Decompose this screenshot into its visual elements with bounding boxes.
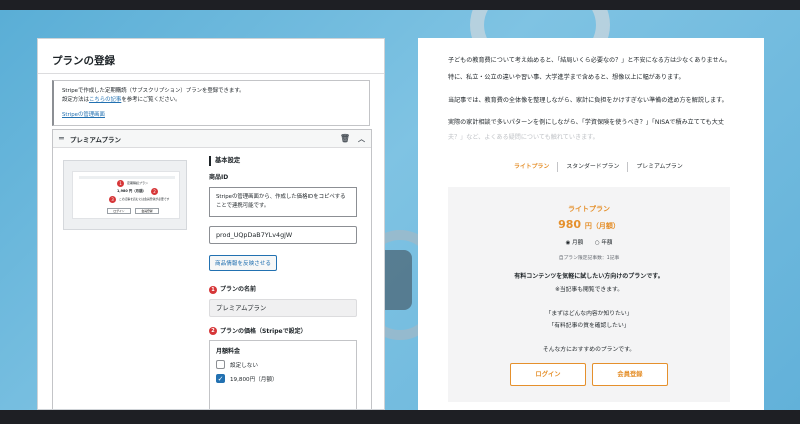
plan-card-header[interactable]: ═ プレミアムプラン 🗑 ︿ [53, 130, 371, 148]
product-id-input[interactable]: prod_UQpDaB7YLv4gjW [209, 226, 357, 244]
basic-settings-heading: 基本設定 [209, 156, 369, 166]
plan-quote-2: 「有料記事の質を確認したい」 [548, 323, 630, 329]
option-price-checkbox[interactable]: ✓ [216, 374, 225, 383]
product-id-description: Stripeの管理画面から、作成した価格IDをコピペすることで連携可能です。 [209, 187, 357, 217]
step-1-badge: 1 [209, 285, 217, 294]
product-id-label: 商品ID [209, 174, 229, 181]
thumbnail-card: 1 定期購読プラン 1,980 円（月額） 2 3 この記事を読むには会員登録が… [72, 171, 180, 219]
info-notice: Stripeで作成した定期購読（サブスクリプション）プランを登録できます。 設定… [52, 80, 370, 126]
option-none-row[interactable]: 設定しない [216, 360, 350, 369]
checkmark-icon: ✓ [217, 375, 224, 383]
badge-3: 3 [109, 196, 116, 203]
option-none-label: 設定しない [230, 362, 258, 369]
tab-standard-plan[interactable]: スタンダードプラン [558, 162, 629, 172]
article-limit: 自プラン限定記事数：1記事 [558, 256, 620, 261]
notice-text: を参考にご覧ください。 [121, 97, 181, 103]
plan-tabs: ライトプラン スタンダードプラン プレミアムプラン [506, 162, 691, 172]
article-paragraph-4: 実際の家計相談で多いパターンを例にしながら、「学資保険を使うべき？」「NISAで… [448, 119, 724, 126]
notice-line1: Stripeで作成した定期購読（サブスクリプション）プランを登録できます。 [62, 88, 245, 94]
option-price-label: 19,800円（月額） [230, 376, 278, 383]
register-button[interactable]: 会員登録 [592, 363, 668, 386]
plan-price-unit: 円（月額） [584, 222, 620, 230]
page-title: プランの登録 [52, 55, 115, 67]
monthly-fee-label: 月額料金 [216, 348, 241, 355]
plan-name-label: プランの名前 [220, 286, 257, 293]
stripe-dashboard-link[interactable]: Stripeの管理画面 [62, 112, 105, 118]
plan-price-label: プランの価格（Stripeで設定） [220, 327, 307, 335]
notice-line2: 設定方法はこちらの記事を参考にご覧ください。 [62, 96, 361, 105]
option-price-row[interactable]: ✓ 19,800円（月額） [216, 374, 350, 383]
plan-card-title: プレミアムプラン [69, 135, 121, 144]
radio-monthly[interactable]: ◉ 月額 [566, 238, 584, 246]
guide-article-link[interactable]: こちらの記事 [89, 97, 121, 103]
article-paragraph-3: 当記事では、教育費の全体像を整理しながら、家計に負担をかけすぎない準備の進め方を… [448, 97, 728, 104]
plan-card: ═ プレミアムプラン 🗑 ︿ 1 定期購読プラン 1,980 円（月額） 2 3… [52, 129, 372, 409]
plan-sub: ※当記事も閲覧できます。 [554, 287, 624, 293]
reflect-product-button[interactable]: 商品情報を反映させる [209, 255, 277, 271]
divider [38, 73, 384, 74]
notice-text: 設定方法は [62, 97, 89, 103]
option-none-checkbox[interactable] [216, 360, 225, 369]
step-2-badge: 2 [209, 327, 217, 335]
radio-yearly[interactable]: ○ 年額 [595, 238, 613, 246]
tab-light-plan[interactable]: ライトプラン [506, 162, 559, 172]
chevron-up-icon[interactable]: ︿ [358, 134, 365, 144]
thumbnail-bar [79, 176, 175, 179]
thumbnail-register: 会員登録 [135, 208, 159, 214]
thumbnail-note: この記事を読むには会員登録が必要です [119, 197, 170, 201]
badge-1: 1 [117, 180, 124, 187]
plan-price: 980 [558, 218, 582, 231]
login-button[interactable]: ログイン [510, 363, 586, 386]
trash-icon[interactable]: 🗑 [340, 134, 350, 143]
plan-settings-form: 基本設定 商品ID Stripeの管理画面から、作成した価格IDをコピペすること… [209, 156, 369, 409]
thumbnail-plan-label: 定期購読プラン [127, 181, 149, 185]
thumbnail-register-label: 会員登録 [141, 209, 153, 213]
tab-premium-plan[interactable]: プレミアムプラン [628, 162, 690, 172]
plan-quote-1: 「まずはどんな内容か知りたい」 [545, 311, 633, 317]
admin-panel: プランの登録 Stripeで作成した定期購読（サブスクリプション）プランを登録で… [37, 38, 385, 410]
thumbnail-price: 1,980 円（月額） [117, 189, 146, 193]
plan-name-input[interactable]: プレミアムプラン [209, 298, 357, 317]
badge-2: 2 [151, 188, 158, 195]
plan-closing: そんな方におすすめのプランです。 [542, 347, 636, 353]
drag-handle-icon[interactable]: ═ [59, 134, 64, 143]
plan-price-label-row: 2 プランの価格（Stripeで設定） [209, 326, 369, 335]
billing-radio-group: ◉ 月額 ○ 年額 [448, 238, 730, 246]
article-paragraph-4-faded: 夫？」など、よくある疑問についても触れていきます。 [448, 134, 599, 141]
article-paragraph-1: 子どもの教育費について考え始めると、「結局いくら必要なの？」と不安になる方は少な… [448, 57, 731, 64]
plan-lead: 有料コンテンツを気軽に試したい方向けのプランです。 [514, 273, 664, 280]
thumbnail-login-label: ログイン [113, 209, 125, 213]
plan-name-label-row: 1 プランの名前 [209, 284, 369, 294]
plan-card-preview: ライトプラン 980 円（月額） ◉ 月額 ○ 年額 自プラン限定記事数：1記事… [448, 187, 730, 402]
thumbnail-login: ログイン [107, 208, 131, 214]
article-paragraph-2: 特に、私立・公立の違いや習い事、大学進学まで含めると、想像以上に幅があります。 [448, 74, 685, 81]
frontend-preview: 子どもの教育費について考え始めると、「結局いくら必要なの？」と不安になる方は少な… [418, 38, 764, 410]
plan-name: ライトプラン [568, 205, 610, 213]
preview-thumbnail: 1 定期購読プラン 1,980 円（月額） 2 3 この記事を読むには会員登録が… [63, 160, 187, 230]
price-options-box: 月額料金 設定しない ✓ 19,800円（月額） [209, 340, 357, 409]
plan-price-row: 980 円（月額） [448, 218, 730, 231]
